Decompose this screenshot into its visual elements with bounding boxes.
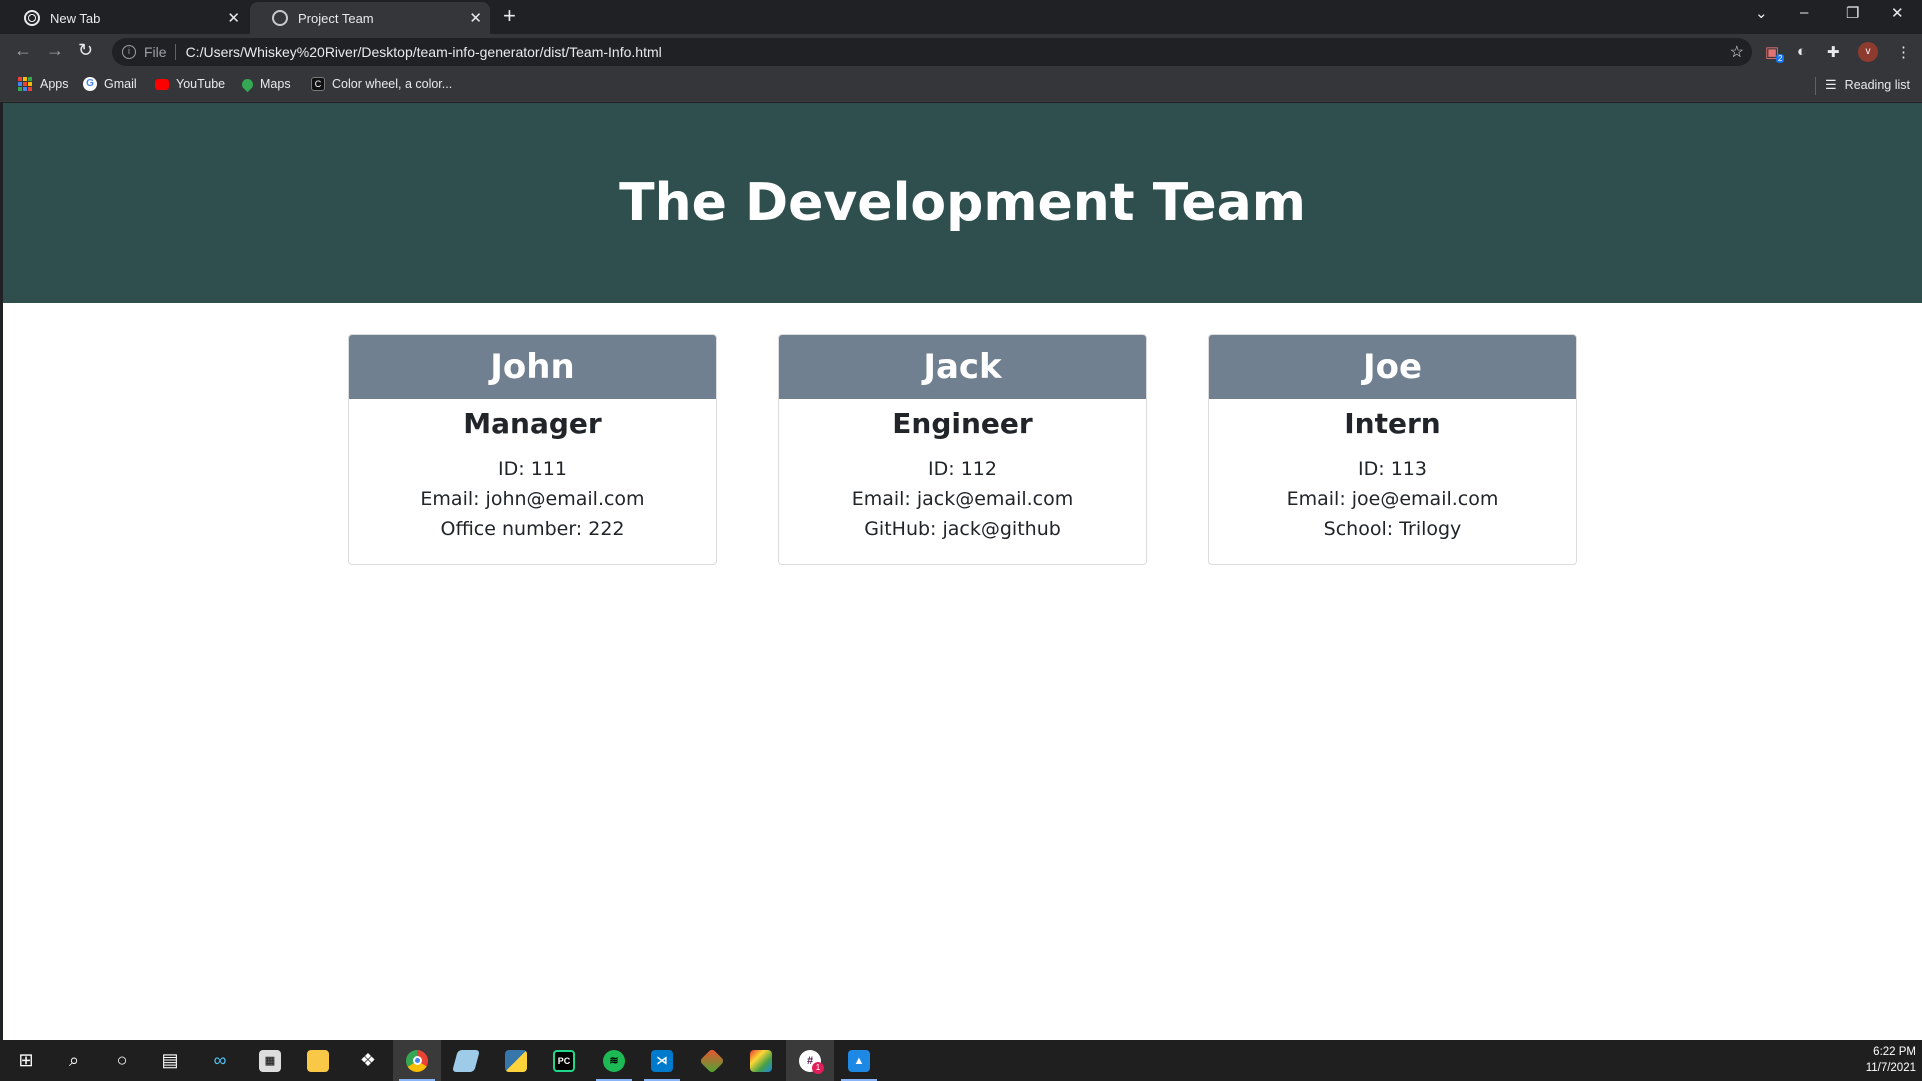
- employee-card-intern: Joe Intern ID: 113 Email: joe@email.com …: [1208, 334, 1577, 565]
- maps-pin-icon: [239, 76, 256, 92]
- employee-email[interactable]: Email: jack@email.com: [779, 484, 1146, 514]
- forward-arrow-icon[interactable]: →: [46, 40, 64, 61]
- close-tab-icon[interactable]: ✕: [227, 9, 240, 27]
- employee-office-number: Office number: 222: [440, 518, 625, 540]
- bookmark-label: Apps: [40, 77, 69, 91]
- new-tab-button[interactable]: +: [503, 5, 516, 27]
- apps-grid-icon: [18, 77, 32, 91]
- bookmarks-bar: Apps G Gmail YouTube Maps C Color wheel,…: [0, 70, 1922, 102]
- bookmark-maps[interactable]: Maps: [239, 76, 291, 92]
- page-viewport: The Development Team John Manager ID: 11…: [3, 103, 1922, 1040]
- clock-date: 11/7/2021: [1865, 1062, 1916, 1074]
- team-cards: John Manager ID: 111 Email: john@email.c…: [348, 334, 1577, 565]
- employee-role: Intern: [1344, 407, 1441, 440]
- tab-title: Project Team: [298, 10, 374, 26]
- tab-search-icon[interactable]: ⌄: [1755, 4, 1768, 22]
- bookmark-youtube[interactable]: YouTube: [155, 77, 225, 91]
- clock-time: 6:22 PM: [1873, 1046, 1916, 1058]
- close-window-icon[interactable]: ✕: [1891, 4, 1904, 22]
- reading-list-icon: ☰: [1825, 77, 1837, 92]
- cortana-icon[interactable]: ○: [98, 1040, 146, 1081]
- employee-name: Jack: [779, 335, 1146, 399]
- tab-title: New Tab: [50, 10, 101, 26]
- extension-circle-icon[interactable]: ◐: [1797, 43, 1806, 60]
- employee-name: John: [349, 335, 716, 399]
- slack-icon[interactable]: # 1: [786, 1040, 834, 1081]
- store-icon[interactable]: ▦: [246, 1040, 294, 1081]
- slack-badge: 1: [812, 1062, 824, 1074]
- kebab-menu-icon[interactable]: ⋮: [1896, 43, 1911, 61]
- puzzle-extensions-icon[interactable]: ✚: [1827, 43, 1840, 61]
- paint-app-icon[interactable]: [737, 1040, 785, 1081]
- employee-role: Manager: [463, 407, 602, 440]
- infinity-app-icon[interactable]: ∞: [196, 1040, 244, 1081]
- vscode-icon[interactable]: ⋊: [638, 1040, 686, 1081]
- extension-badge: 2: [1776, 54, 1785, 63]
- employee-details: ID: 113 Email: joe@email.com School: Tri…: [1209, 454, 1576, 544]
- chrome-taskbar-icon[interactable]: [393, 1040, 441, 1081]
- employee-id: ID: 113: [1358, 458, 1427, 480]
- dropbox-icon[interactable]: ❖: [344, 1040, 392, 1081]
- spotify-icon[interactable]: ≋: [590, 1040, 638, 1081]
- restore-icon[interactable]: ❐: [1846, 4, 1859, 22]
- employee-email[interactable]: Email: john@email.com: [349, 484, 716, 514]
- profile-avatar[interactable]: v: [1858, 42, 1878, 62]
- url-text[interactable]: C:/Users/Whiskey%20River/Desktop/team-in…: [186, 44, 662, 60]
- bookmark-star-icon[interactable]: ☆: [1730, 42, 1744, 62]
- chrome-icon: [24, 10, 40, 26]
- globe-icon: [272, 10, 288, 26]
- url-scheme-label: File: [144, 44, 167, 60]
- youtube-icon: [155, 78, 169, 90]
- minimize-icon[interactable]: –: [1800, 4, 1808, 21]
- employee-github[interactable]: GitHub: jack@github: [779, 514, 1146, 544]
- employee-name: Joe: [1209, 335, 1576, 399]
- bookmark-color-wheel[interactable]: C Color wheel, a color...: [311, 77, 452, 91]
- reload-icon[interactable]: ↻: [78, 40, 93, 61]
- bookmark-label: Maps: [260, 77, 291, 91]
- python-icon[interactable]: [492, 1040, 540, 1081]
- windows-start-icon[interactable]: ⊞: [2, 1040, 50, 1081]
- close-tab-icon[interactable]: ✕: [469, 9, 482, 27]
- reading-list-button[interactable]: ☰ Reading list: [1825, 77, 1910, 93]
- info-icon[interactable]: i: [122, 45, 136, 59]
- task-view-icon[interactable]: ▤: [146, 1040, 194, 1081]
- bookmark-gmail[interactable]: G Gmail: [83, 77, 137, 91]
- notes-app-icon[interactable]: [442, 1040, 490, 1081]
- bookmarks-divider: [1815, 77, 1816, 95]
- bookmark-apps[interactable]: Apps: [18, 77, 69, 91]
- google-icon: G: [83, 77, 97, 91]
- page-header: The Development Team: [3, 103, 1922, 303]
- address-bar[interactable]: i File C:/Users/Whiskey%20River/Desktop/…: [112, 38, 1752, 66]
- git-kraken-icon[interactable]: [688, 1040, 736, 1081]
- color-wheel-icon: C: [311, 77, 325, 91]
- pycharm-icon[interactable]: PC: [540, 1040, 588, 1081]
- browser-toolbar: ← → ↻ i File C:/Users/Whiskey%20River/De…: [0, 34, 1922, 70]
- employee-id: ID: 112: [928, 458, 997, 480]
- employee-details: ID: 112 Email: jack@email.com GitHub: ja…: [779, 454, 1146, 544]
- omnibox-divider: [174, 44, 176, 60]
- bookmark-label: Gmail: [104, 77, 137, 91]
- bookmark-label: Color wheel, a color...: [332, 77, 453, 91]
- reading-list-label: Reading list: [1844, 78, 1910, 92]
- employee-school: School: Trilogy: [1323, 518, 1462, 540]
- back-arrow-icon[interactable]: ←: [14, 40, 32, 61]
- file-explorer-icon[interactable]: [294, 1040, 342, 1081]
- photos-icon[interactable]: ▲: [835, 1040, 883, 1081]
- employee-details: ID: 111 Email: john@email.com Office num…: [349, 454, 716, 544]
- windows-taskbar: ⊞ ⌕ ○ ▤ ∞ ▦ ❖ PC ≋ ⋊ # 1 ▲ 6:22 PM 11/7/…: [0, 1040, 1922, 1081]
- employee-card-engineer: Jack Engineer ID: 112 Email: jack@email.…: [778, 334, 1147, 565]
- page-title: The Development Team: [619, 173, 1306, 233]
- tab-new-tab[interactable]: New Tab ✕: [2, 2, 248, 34]
- employee-card-manager: John Manager ID: 111 Email: john@email.c…: [348, 334, 717, 565]
- employee-role: Engineer: [892, 407, 1033, 440]
- tab-strip: New Tab ✕ Project Team ✕ + ⌄ – ❐ ✕: [0, 0, 1922, 34]
- search-icon[interactable]: ⌕: [50, 1040, 98, 1081]
- employee-id: ID: 111: [498, 458, 567, 480]
- tab-project-team[interactable]: Project Team ✕: [250, 2, 490, 34]
- system-clock[interactable]: 6:22 PM 11/7/2021: [1866, 1044, 1916, 1076]
- bookmark-label: YouTube: [176, 77, 226, 91]
- employee-email[interactable]: Email: joe@email.com: [1209, 484, 1576, 514]
